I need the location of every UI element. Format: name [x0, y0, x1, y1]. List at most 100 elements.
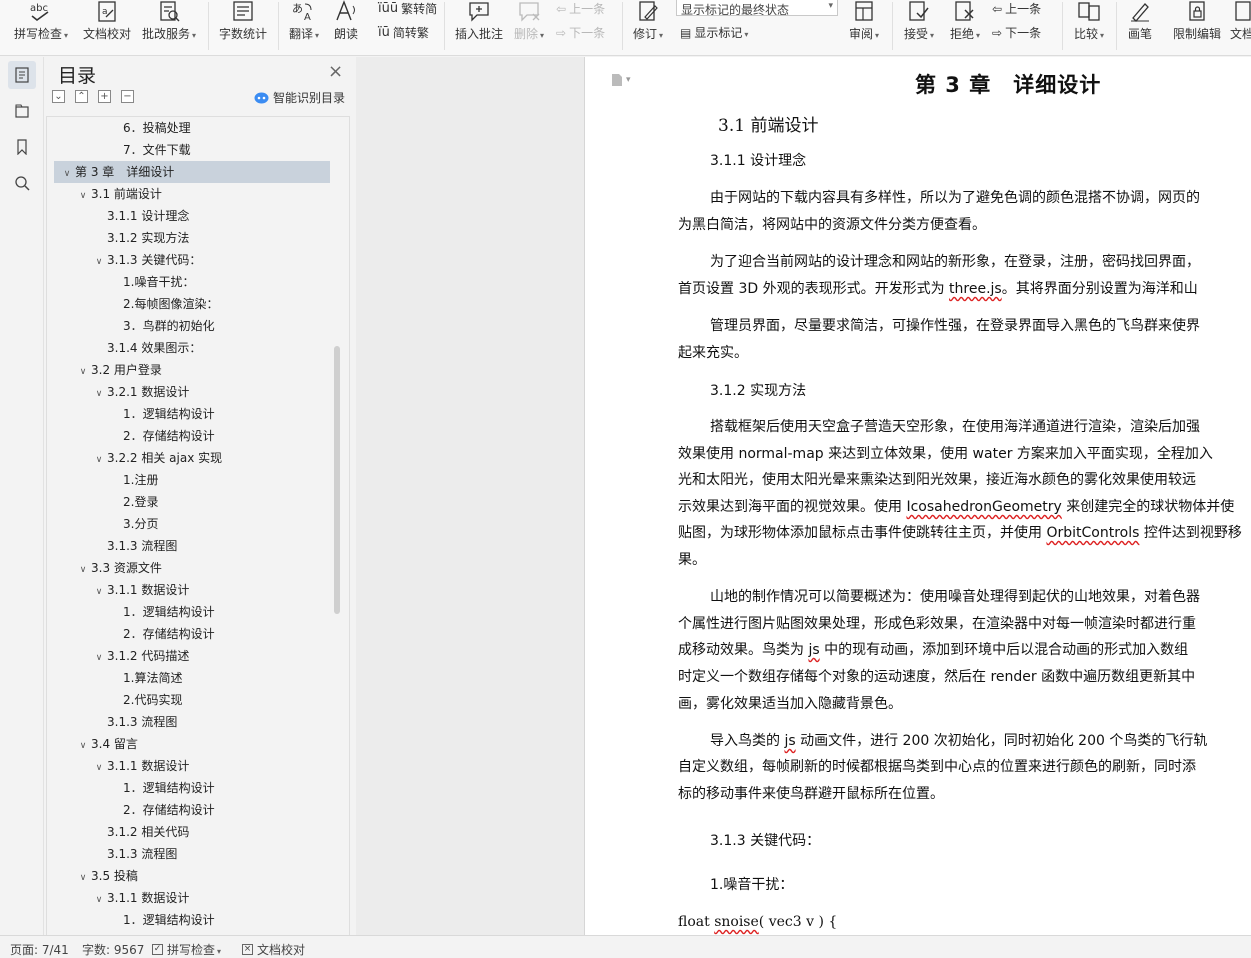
- toc-item[interactable]: 3.1.2 实现方法: [47, 227, 331, 249]
- toc-item[interactable]: 3.分页: [47, 513, 331, 535]
- toc-item[interactable]: ∨ 3.1.3 关键代码：: [47, 249, 331, 271]
- toc-item[interactable]: ∨ 3.2.1 数据设计: [47, 381, 331, 403]
- toc-item-label: 1.算法简述: [123, 671, 183, 685]
- simp-to-trad-button[interactable]: ïū 简转繁: [378, 24, 429, 41]
- toc-item[interactable]: 1.注册: [47, 469, 331, 491]
- chevron-down-icon[interactable]: ∨: [75, 867, 91, 889]
- toc-item[interactable]: ∨ 3.1.1 数据设计: [47, 579, 331, 601]
- prev-comment-button[interactable]: ⇦ 上一条: [556, 0, 605, 17]
- paragraph-line: 时定义一个数组存储每个对象的运动速度，然后在 render 函数中遍历数组更新其…: [678, 669, 1196, 685]
- restrict-edit-button[interactable]: 限制编辑: [1166, 0, 1228, 56]
- toc-item[interactable]: 7．文件下载: [47, 139, 331, 161]
- toc-item[interactable]: 3.1.3 流程图: [47, 843, 331, 865]
- read-aloud-button[interactable]: 朗读: [328, 0, 364, 56]
- toc-item[interactable]: 2.代码实现: [47, 689, 331, 711]
- chevron-down-icon[interactable]: ∨: [91, 383, 107, 405]
- toc-item[interactable]: 3.1.3 流程图: [47, 535, 331, 557]
- toc-item[interactable]: 1．逻辑结构设计: [47, 777, 331, 799]
- toc-item[interactable]: ∨ 3.4 留言: [47, 733, 331, 755]
- toc-item[interactable]: 2．存储结构设计: [47, 799, 331, 821]
- chevron-down-icon[interactable]: ∨: [75, 185, 91, 207]
- compare-button[interactable]: 比较: [1068, 0, 1110, 56]
- toc-item[interactable]: ∨ 3.1.1 数据设计: [47, 887, 331, 909]
- chevron-down-icon[interactable]: ∨: [75, 559, 91, 581]
- toc-item[interactable]: 1．逻辑结构设计: [47, 403, 331, 425]
- toc-item[interactable]: 2．存储结构设计: [47, 425, 331, 447]
- toc-toolbar: ⌄ ⌃ + −: [52, 90, 134, 103]
- accept-button[interactable]: 接受: [898, 0, 940, 56]
- svg-text:abc: abc: [30, 3, 48, 14]
- trad-to-simp-button[interactable]: ïūū 繁转简: [378, 0, 437, 17]
- separator: [622, 2, 623, 50]
- toc-item[interactable]: ∨ 3.2 用户登录: [47, 359, 331, 381]
- close-icon[interactable]: ×: [328, 61, 343, 82]
- chapter-nav-icon[interactable]: [8, 97, 36, 125]
- toc-item[interactable]: ∨ 3.3 资源文件: [47, 557, 331, 579]
- chevron-down-icon[interactable]: ∨: [75, 735, 91, 757]
- doc-proof-button[interactable]: a 文档校对: [78, 0, 136, 56]
- toc-item[interactable]: 3.1.3 流程图: [47, 711, 331, 733]
- translate-button[interactable]: あA 翻译: [284, 0, 324, 56]
- add-item-icon[interactable]: +: [98, 90, 111, 103]
- insert-comment-button[interactable]: 插入批注: [450, 0, 508, 56]
- chevron-down-icon[interactable]: ∨: [75, 361, 91, 383]
- toc-scrollbar[interactable]: [334, 346, 340, 614]
- chevron-down-icon[interactable]: ∨: [91, 251, 107, 273]
- chevron-down-icon[interactable]: ∨: [91, 889, 107, 911]
- pen-button[interactable]: 画笔: [1122, 0, 1158, 56]
- page-options-icon[interactable]: ▾: [611, 73, 631, 87]
- toc-item-label: 3.5 投稿: [91, 869, 138, 883]
- word-count-indicator[interactable]: 字数: 9567: [82, 941, 144, 958]
- chevron-down-icon[interactable]: ∨: [59, 163, 75, 185]
- delete-comment-button[interactable]: 删除: [508, 0, 550, 56]
- toc-item[interactable]: 6．投稿处理: [47, 117, 331, 139]
- toc-item[interactable]: 3.1.1 设计理念: [47, 205, 331, 227]
- toc-item[interactable]: 3.1.2 相关代码: [47, 821, 331, 843]
- prev-change-button[interactable]: ⇦ 上一条: [992, 0, 1041, 17]
- search-icon[interactable]: [8, 169, 36, 197]
- markup-state-select[interactable]: 显示标记的最终状态: [676, 0, 838, 16]
- document-page[interactable]: ▾ 第 3 章 详细设计 3.1 前端设计 3.1.1 设计理念 由于网站的下载…: [584, 57, 1251, 935]
- toc-item[interactable]: 3.1.4 效果图示：: [47, 337, 331, 359]
- expand-all-icon[interactable]: ⌃: [75, 90, 88, 103]
- collapse-all-icon[interactable]: ⌄: [52, 90, 65, 103]
- chevron-down-icon[interactable]: ∨: [91, 449, 107, 471]
- toc-item[interactable]: 2.登录: [47, 491, 331, 513]
- toc-item[interactable]: 2.每帧图像渲染：: [47, 293, 331, 315]
- chevron-down-icon[interactable]: ∨: [91, 757, 107, 779]
- word-count-button[interactable]: 字数统计: [214, 0, 272, 56]
- page-indicator[interactable]: 页面: 7/41: [10, 941, 69, 958]
- toc-item[interactable]: ∨ 3.1.1 数据设计: [47, 755, 331, 777]
- show-markup-button[interactable]: ▤ 显示标记: [680, 24, 748, 41]
- spell-check-toggle[interactable]: ✓ 拼写检查: [152, 941, 221, 958]
- toc-item[interactable]: 1．逻辑结构设计: [47, 601, 331, 623]
- toc-item[interactable]: 1．逻辑结构设计: [47, 909, 331, 931]
- smart-toc-button[interactable]: 智能识别目录: [254, 89, 345, 106]
- toc-item[interactable]: 1.算法简述: [47, 667, 331, 689]
- next-comment-button[interactable]: ⇨ 下一条: [556, 24, 605, 41]
- remove-item-icon[interactable]: −: [121, 90, 134, 103]
- track-changes-button[interactable]: 修订: [628, 0, 668, 56]
- next-change-button[interactable]: ⇨ 下一条: [992, 24, 1041, 41]
- review-pane-button[interactable]: 审阅: [844, 0, 884, 56]
- toc-item[interactable]: ∨ 3.5 投稿: [47, 865, 331, 887]
- toc-item[interactable]: ∨ 3.2.2 相关 ajax 实现: [47, 447, 331, 469]
- bookmark-icon[interactable]: [8, 133, 36, 161]
- toc-item[interactable]: 3．鸟群的初始化: [47, 315, 331, 337]
- toc-item[interactable]: 1.噪音干扰：: [47, 271, 331, 293]
- doc-proof-toggle[interactable]: × 文档校对: [242, 941, 305, 958]
- doc-more-button[interactable]: 文档: [1228, 0, 1251, 56]
- review-service-button[interactable]: 批改服务: [138, 0, 200, 56]
- spell-check-button[interactable]: abc 拼写检查: [8, 0, 74, 56]
- toc-item[interactable]: ∨ 第 3 章 详细设计: [54, 161, 330, 183]
- chevron-down-icon[interactable]: ∨: [91, 581, 107, 603]
- separator: [1116, 2, 1117, 50]
- reject-button[interactable]: 拒绝: [944, 0, 986, 56]
- toc-item-label: 第 3 章 详细设计: [75, 165, 175, 179]
- toc-item[interactable]: 2．存储结构设计: [47, 623, 331, 645]
- chevron-down-icon[interactable]: ∨: [91, 647, 107, 669]
- toc-panel-icon[interactable]: [8, 61, 36, 89]
- toc-item[interactable]: ∨ 3.1.2 代码描述: [47, 645, 331, 667]
- toc-item-label: 3.1.1 设计理念: [107, 209, 190, 223]
- toc-item[interactable]: ∨ 3.1 前端设计: [47, 183, 331, 205]
